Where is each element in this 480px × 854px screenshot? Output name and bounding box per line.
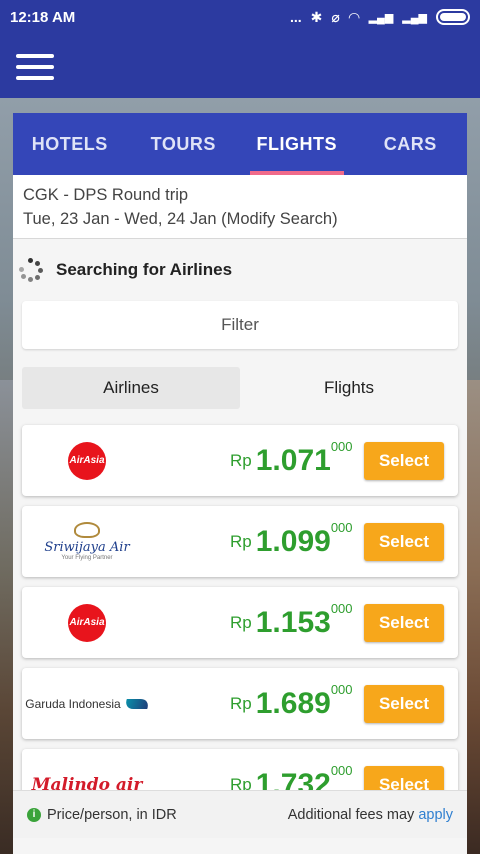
select-button[interactable]: Select: [364, 442, 444, 480]
garuda-logo-text: Garuda Indonesia: [25, 696, 121, 711]
result-card[interactable]: AirAsia Rp 1.071000 Select: [22, 425, 458, 496]
tab-cars[interactable]: CARS: [354, 113, 468, 175]
footer-right-text: Additional fees may: [287, 806, 419, 823]
filter-button[interactable]: Filter: [22, 301, 458, 349]
garuda-logo-icon: Garuda Indonesia: [25, 696, 151, 711]
price-currency: Rp: [230, 693, 252, 713]
price: Rp 1.071000: [230, 439, 353, 478]
sriwijaya-emblem-icon: [74, 522, 100, 538]
tab-tours[interactable]: TOURS: [127, 113, 241, 175]
status-icons: ... ✱ ⌀ ◠ ▂▄▆ ▂▄▆: [290, 9, 470, 26]
price-decimals: 000: [330, 763, 353, 778]
bluetooth-icon: ✱: [310, 8, 323, 25]
footer-price-note: i Price/person, in IDR: [27, 807, 177, 823]
price-decimals: 000: [330, 439, 353, 454]
airline-logo: Sriwijaya Air Your Flying Partner: [22, 506, 152, 577]
search-route: CGK - DPS Round trip: [23, 186, 189, 204]
wifi-icon: ◠: [348, 8, 360, 25]
price-value: 1.153: [255, 605, 331, 639]
price: Rp 1.689000: [230, 682, 353, 721]
category-tabs: HOTELS TOURS FLIGHTS CARS: [13, 113, 467, 175]
select-button[interactable]: Select: [364, 523, 444, 561]
airasia-logo-icon: AirAsia: [68, 603, 106, 642]
price-currency: Rp: [230, 450, 252, 470]
result-card[interactable]: Sriwijaya Air Your Flying Partner Rp 1.09…: [22, 506, 458, 577]
signal-icon: ▂▄▆: [368, 11, 394, 24]
status-bar: 12:18 AM ... ✱ ⌀ ◠ ▂▄▆ ▂▄▆: [0, 0, 480, 34]
more-dots-icon: ...: [289, 9, 302, 25]
footer-fees-note: Additional fees may apply: [288, 807, 453, 823]
price-decimals: 000: [330, 520, 353, 535]
select-button[interactable]: Select: [364, 604, 444, 642]
battery-icon: [436, 9, 470, 25]
vibrate-off-icon: ⌀: [331, 8, 340, 25]
price-currency: Rp: [230, 612, 252, 632]
price-value: 1.099: [255, 524, 331, 558]
price: Rp 1.153000: [230, 601, 353, 640]
airline-logo: Garuda Indonesia: [22, 668, 152, 739]
tab-hotels[interactable]: HOTELS: [13, 113, 127, 175]
result-card[interactable]: Garuda Indonesia Rp 1.689000 Select: [22, 668, 458, 739]
booking-panel: HOTELS TOURS FLIGHTS CARS CGK - DPS Roun…: [13, 113, 467, 854]
airline-logo: AirAsia: [22, 587, 152, 658]
toggle-airlines[interactable]: Airlines: [22, 367, 240, 409]
price-footer: i Price/person, in IDR Additional fees m…: [13, 790, 467, 838]
price-decimals: 000: [330, 601, 353, 616]
garuda-wing-icon: [122, 698, 151, 709]
search-summary[interactable]: CGK - DPS Round trip Tue, 23 Jan - Wed, …: [13, 175, 467, 239]
loading-spinner-icon: [19, 258, 43, 282]
background-scenery-right: [466, 380, 480, 854]
search-dates[interactable]: Tue, 23 Jan - Wed, 24 Jan (Modify Search…: [23, 207, 457, 231]
sriwijaya-logo-text: Sriwijaya Air: [44, 540, 130, 555]
price-decimals: 000: [330, 682, 353, 697]
status-time: 12:18 AM: [10, 8, 76, 26]
price: Rp 1.099000: [230, 520, 353, 559]
airasia-logo-icon: AirAsia: [68, 441, 106, 480]
view-toggle: Airlines Flights: [22, 367, 458, 409]
airline-logo: AirAsia: [22, 425, 152, 496]
tab-flights[interactable]: FLIGHTS: [240, 113, 354, 175]
sriwijaya-logo-icon: Sriwijaya Air Your Flying Partner: [44, 522, 130, 561]
searching-status: Searching for Airlines: [13, 239, 467, 301]
result-card[interactable]: AirAsia Rp 1.153000 Select: [22, 587, 458, 658]
background-scenery-left: [0, 380, 14, 854]
price-value: 1.071: [255, 443, 331, 477]
price-value: 1.689: [255, 686, 331, 720]
results-list: AirAsia Rp 1.071000 Select Sriwijaya Air …: [13, 425, 467, 820]
searching-label: Searching for Airlines: [56, 260, 233, 279]
apply-link[interactable]: apply: [418, 807, 453, 823]
signal-icon: ▂▄▆: [402, 11, 427, 24]
footer-left-text: Price/person, in IDR: [47, 806, 177, 823]
app-bar: [0, 34, 480, 98]
price-currency: Rp: [230, 531, 252, 551]
sriwijaya-logo-tagline: Your Flying Partner: [61, 555, 113, 561]
toggle-flights[interactable]: Flights: [240, 367, 458, 409]
menu-icon[interactable]: [16, 54, 54, 80]
select-button[interactable]: Select: [364, 685, 444, 723]
info-icon: i: [27, 807, 41, 822]
